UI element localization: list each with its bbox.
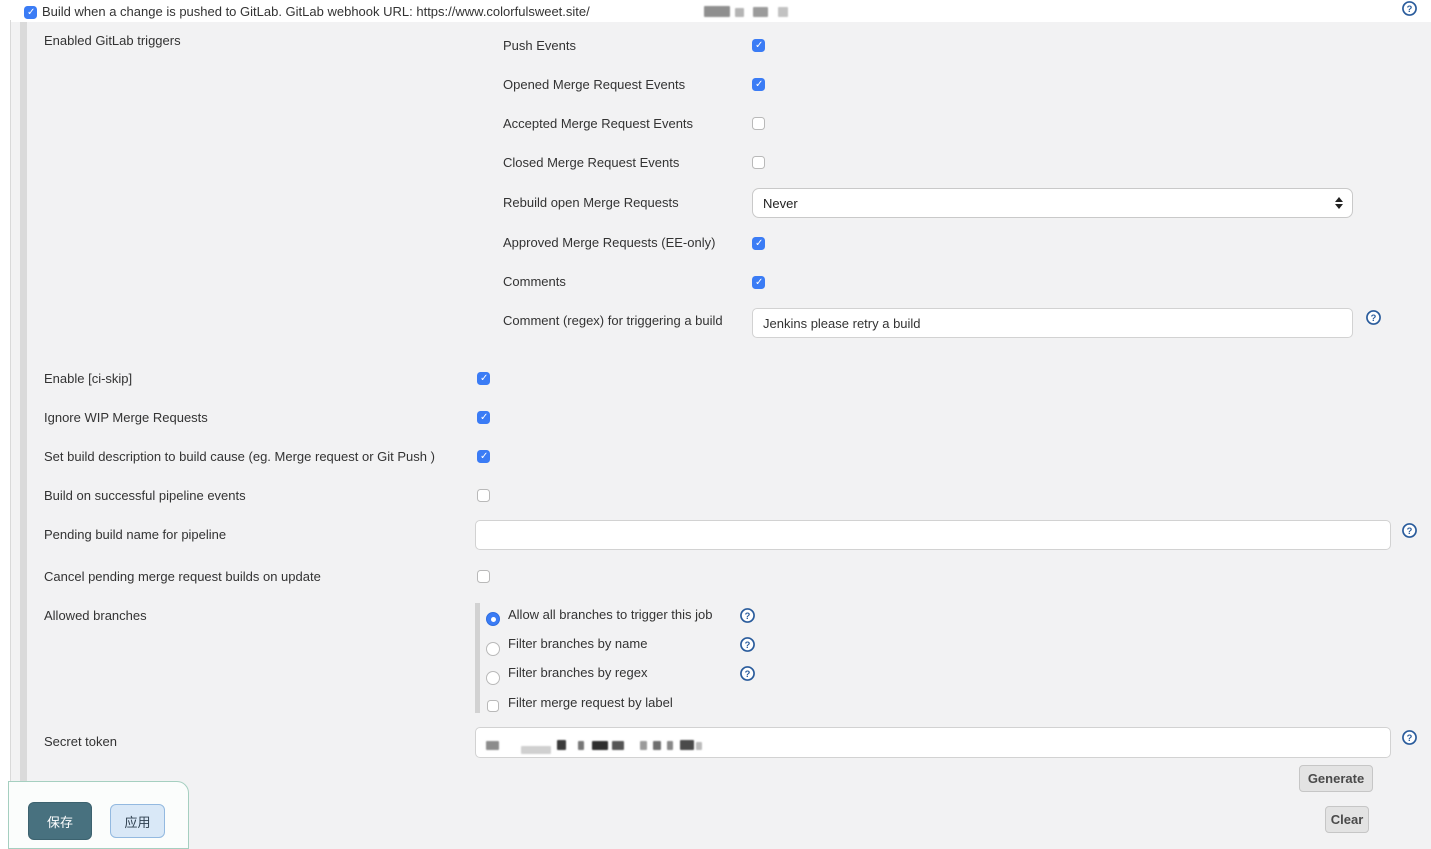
filter-branches-by-regex-radio[interactable] xyxy=(486,671,500,685)
build-description-label: Set build description to build cause (eg… xyxy=(44,449,435,465)
rebuild-open-mr-selected-value: Never xyxy=(763,196,798,211)
help-icon[interactable]: ? xyxy=(1402,730,1417,745)
pipeline-events-label: Build on successful pipeline events xyxy=(44,488,246,504)
comments-checkbox[interactable] xyxy=(752,276,765,289)
svg-text:?: ? xyxy=(1407,4,1413,14)
radio-group-indent-bar xyxy=(475,603,480,713)
filter-mr-by-label-label: Filter merge request by label xyxy=(508,695,673,711)
filter-branches-by-regex-label: Filter branches by regex xyxy=(508,665,647,681)
build-description-checkbox[interactable] xyxy=(477,450,490,463)
section-background xyxy=(11,22,1431,849)
ci-skip-label: Enable [ci-skip] xyxy=(44,371,132,387)
comment-regex-label: Comment (regex) for triggering a build xyxy=(503,313,723,329)
redacted-url xyxy=(704,5,788,17)
push-events-checkbox[interactable] xyxy=(752,39,765,52)
apply-button[interactable]: 应用 xyxy=(110,804,165,838)
generate-button[interactable]: Generate xyxy=(1299,765,1373,792)
rebuild-open-mr-label: Rebuild open Merge Requests xyxy=(503,195,679,211)
help-icon[interactable]: ? xyxy=(1402,1,1417,16)
opened-mr-events-label: Opened Merge Request Events xyxy=(503,77,685,93)
svg-text:?: ? xyxy=(745,640,751,650)
svg-text:?: ? xyxy=(745,611,751,621)
closed-mr-events-checkbox[interactable] xyxy=(752,156,765,169)
pending-build-name-label: Pending build name for pipeline xyxy=(44,527,226,543)
svg-text:?: ? xyxy=(1371,313,1377,323)
jenkins-gitlab-trigger-config: Build when a change is pushed to GitLab.… xyxy=(0,0,1431,849)
ci-skip-checkbox[interactable] xyxy=(477,372,490,385)
secret-token-label: Secret token xyxy=(44,734,117,750)
approved-mr-checkbox[interactable] xyxy=(752,237,765,250)
secret-token-input[interactable] xyxy=(475,727,1391,758)
select-stepper-icon xyxy=(1335,197,1343,209)
ignore-wip-checkbox[interactable] xyxy=(477,411,490,424)
rebuild-open-mr-select[interactable]: Never xyxy=(752,188,1353,218)
allow-all-branches-radio[interactable] xyxy=(486,612,500,626)
filter-mr-by-label-checkbox[interactable] xyxy=(487,700,499,712)
build-when-pushed-label: Build when a change is pushed to GitLab.… xyxy=(42,4,590,20)
filter-branches-by-name-radio[interactable] xyxy=(486,642,500,656)
help-icon[interactable]: ? xyxy=(740,666,755,681)
comment-regex-input[interactable] xyxy=(752,308,1353,338)
allow-all-branches-label: Allow all branches to trigger this job xyxy=(508,607,713,623)
save-button[interactable]: 保存 xyxy=(28,802,92,840)
accepted-mr-events-checkbox[interactable] xyxy=(752,117,765,130)
svg-text:?: ? xyxy=(1407,526,1413,536)
approved-mr-label: Approved Merge Requests (EE-only) xyxy=(503,235,715,251)
help-icon[interactable]: ? xyxy=(740,608,755,623)
help-icon[interactable]: ? xyxy=(740,637,755,652)
ignore-wip-label: Ignore WIP Merge Requests xyxy=(44,410,208,426)
allowed-branches-label: Allowed branches xyxy=(44,608,147,624)
pending-build-name-input[interactable] xyxy=(475,520,1391,550)
closed-mr-events-label: Closed Merge Request Events xyxy=(503,155,679,171)
svg-text:?: ? xyxy=(745,669,751,679)
cancel-pending-label: Cancel pending merge request builds on u… xyxy=(44,569,321,585)
help-icon[interactable]: ? xyxy=(1366,310,1381,325)
cancel-pending-checkbox[interactable] xyxy=(477,570,490,583)
filter-branches-by-name-label: Filter branches by name xyxy=(508,636,647,652)
section-indent-bar xyxy=(20,22,27,781)
opened-mr-events-checkbox[interactable] xyxy=(752,78,765,91)
accepted-mr-events-label: Accepted Merge Request Events xyxy=(503,116,693,132)
svg-text:?: ? xyxy=(1407,733,1413,743)
help-icon[interactable]: ? xyxy=(1402,523,1417,538)
pipeline-events-checkbox[interactable] xyxy=(477,489,490,502)
build-when-pushed-checkbox[interactable] xyxy=(24,6,37,19)
redacted-token xyxy=(486,736,702,750)
enabled-triggers-section-label: Enabled GitLab triggers xyxy=(44,33,181,49)
clear-button[interactable]: Clear xyxy=(1325,806,1369,833)
comments-label: Comments xyxy=(503,274,566,290)
push-events-label: Push Events xyxy=(503,38,576,54)
section-left-border xyxy=(10,20,11,849)
